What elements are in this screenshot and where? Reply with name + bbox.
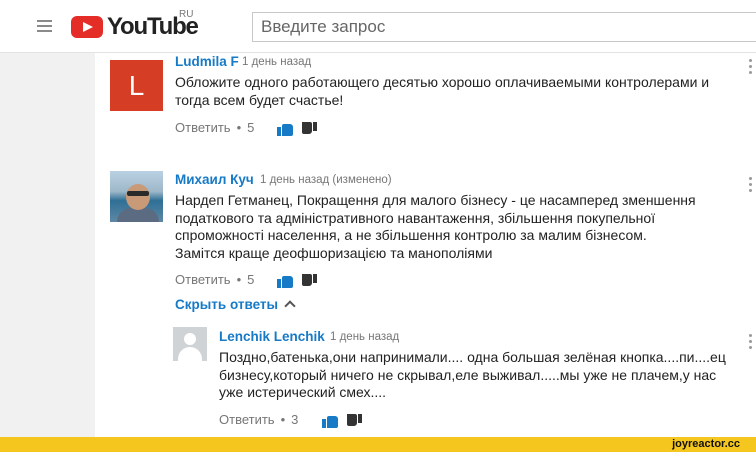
comment-text-line: Нардеп Гетманец, Покращення для малого б… xyxy=(175,192,696,208)
comment-time[interactable]: 1 день назад xyxy=(242,56,311,68)
watermark-text: joyreactor.cc xyxy=(672,438,740,450)
reply-text-line: уже истерический смех.... xyxy=(219,384,387,401)
thumbs-up-icon[interactable] xyxy=(277,122,293,136)
like-count: 3 xyxy=(291,412,299,427)
separator-dot: • xyxy=(236,272,242,287)
thumbs-up-icon[interactable] xyxy=(277,274,293,288)
comment-text-line: тогда всем будет счастье! xyxy=(175,91,344,108)
comment-text: Обложите одного работающего десятью хоро… xyxy=(175,74,709,109)
top-bar: YouTube RU xyxy=(0,0,756,53)
chevron-up-icon xyxy=(284,300,296,312)
like-count: 5 xyxy=(247,272,255,287)
reply-author[interactable]: Lenchik Lenchik xyxy=(219,329,325,344)
reply-actions: Ответить • 3 xyxy=(219,412,298,427)
comment-text-line: Замітся краще деофшоризацією та манополі… xyxy=(175,244,493,261)
separator-dot: • xyxy=(236,120,242,135)
comment-text-line: податкового та адміністративного наванта… xyxy=(175,209,656,226)
reply-button[interactable]: Ответить xyxy=(175,272,231,287)
logo-locale: RU xyxy=(179,9,194,20)
hide-replies-label: Скрыть ответы xyxy=(175,297,279,312)
reply-time[interactable]: 1 день назад xyxy=(330,331,399,343)
reply-button[interactable]: Ответить xyxy=(219,412,275,427)
hamburger-menu-icon[interactable] xyxy=(37,20,52,32)
hide-replies-button[interactable]: Скрыть ответы xyxy=(175,297,296,312)
comment-author[interactable]: Ludmila F xyxy=(175,54,239,69)
comment-text-line: спроможності населення, а не збільшення … xyxy=(175,227,647,244)
thumbs-up-icon[interactable] xyxy=(322,414,338,428)
comment-text: Нардеп Гетманец, Покращення для малого б… xyxy=(175,192,696,262)
reply-button[interactable]: Ответить xyxy=(175,120,231,135)
more-options-icon[interactable] xyxy=(749,334,753,350)
comments-section: L Ludmila F 1 день назад Обложите одного… xyxy=(95,53,756,437)
comment-actions: Ответить • 5 xyxy=(175,272,254,287)
thumbs-down-icon[interactable] xyxy=(302,122,318,136)
watermark-bar: joyreactor.cc xyxy=(0,437,756,452)
more-options-icon[interactable] xyxy=(749,59,753,75)
thumbs-down-icon[interactable] xyxy=(302,274,318,288)
comment-actions: Ответить • 5 xyxy=(175,120,254,135)
comment-text-line: Обложите одного работающего десятью хоро… xyxy=(175,74,710,90)
comment-time[interactable]: 1 день назад (изменено) xyxy=(260,174,392,186)
reply-text: Поздно,батенька,они напринимали.... одна… xyxy=(219,349,726,402)
reply-text-line: бизнесу,который ничего не скрывал,еле вы… xyxy=(219,366,717,383)
separator-dot: • xyxy=(280,412,286,427)
avatar[interactable] xyxy=(173,327,207,361)
like-count: 5 xyxy=(247,120,255,135)
search-box[interactable] xyxy=(252,12,756,42)
avatar[interactable]: L xyxy=(110,60,163,111)
comment-author[interactable]: Михаил Куч xyxy=(175,172,254,187)
youtube-logo-icon[interactable] xyxy=(71,16,103,38)
avatar[interactable] xyxy=(110,171,163,222)
reply-text-line: Поздно,батенька,они напринимали.... одна… xyxy=(219,349,726,365)
search-input[interactable] xyxy=(253,13,756,41)
thumbs-down-icon[interactable] xyxy=(347,414,363,428)
more-options-icon[interactable] xyxy=(749,177,753,193)
